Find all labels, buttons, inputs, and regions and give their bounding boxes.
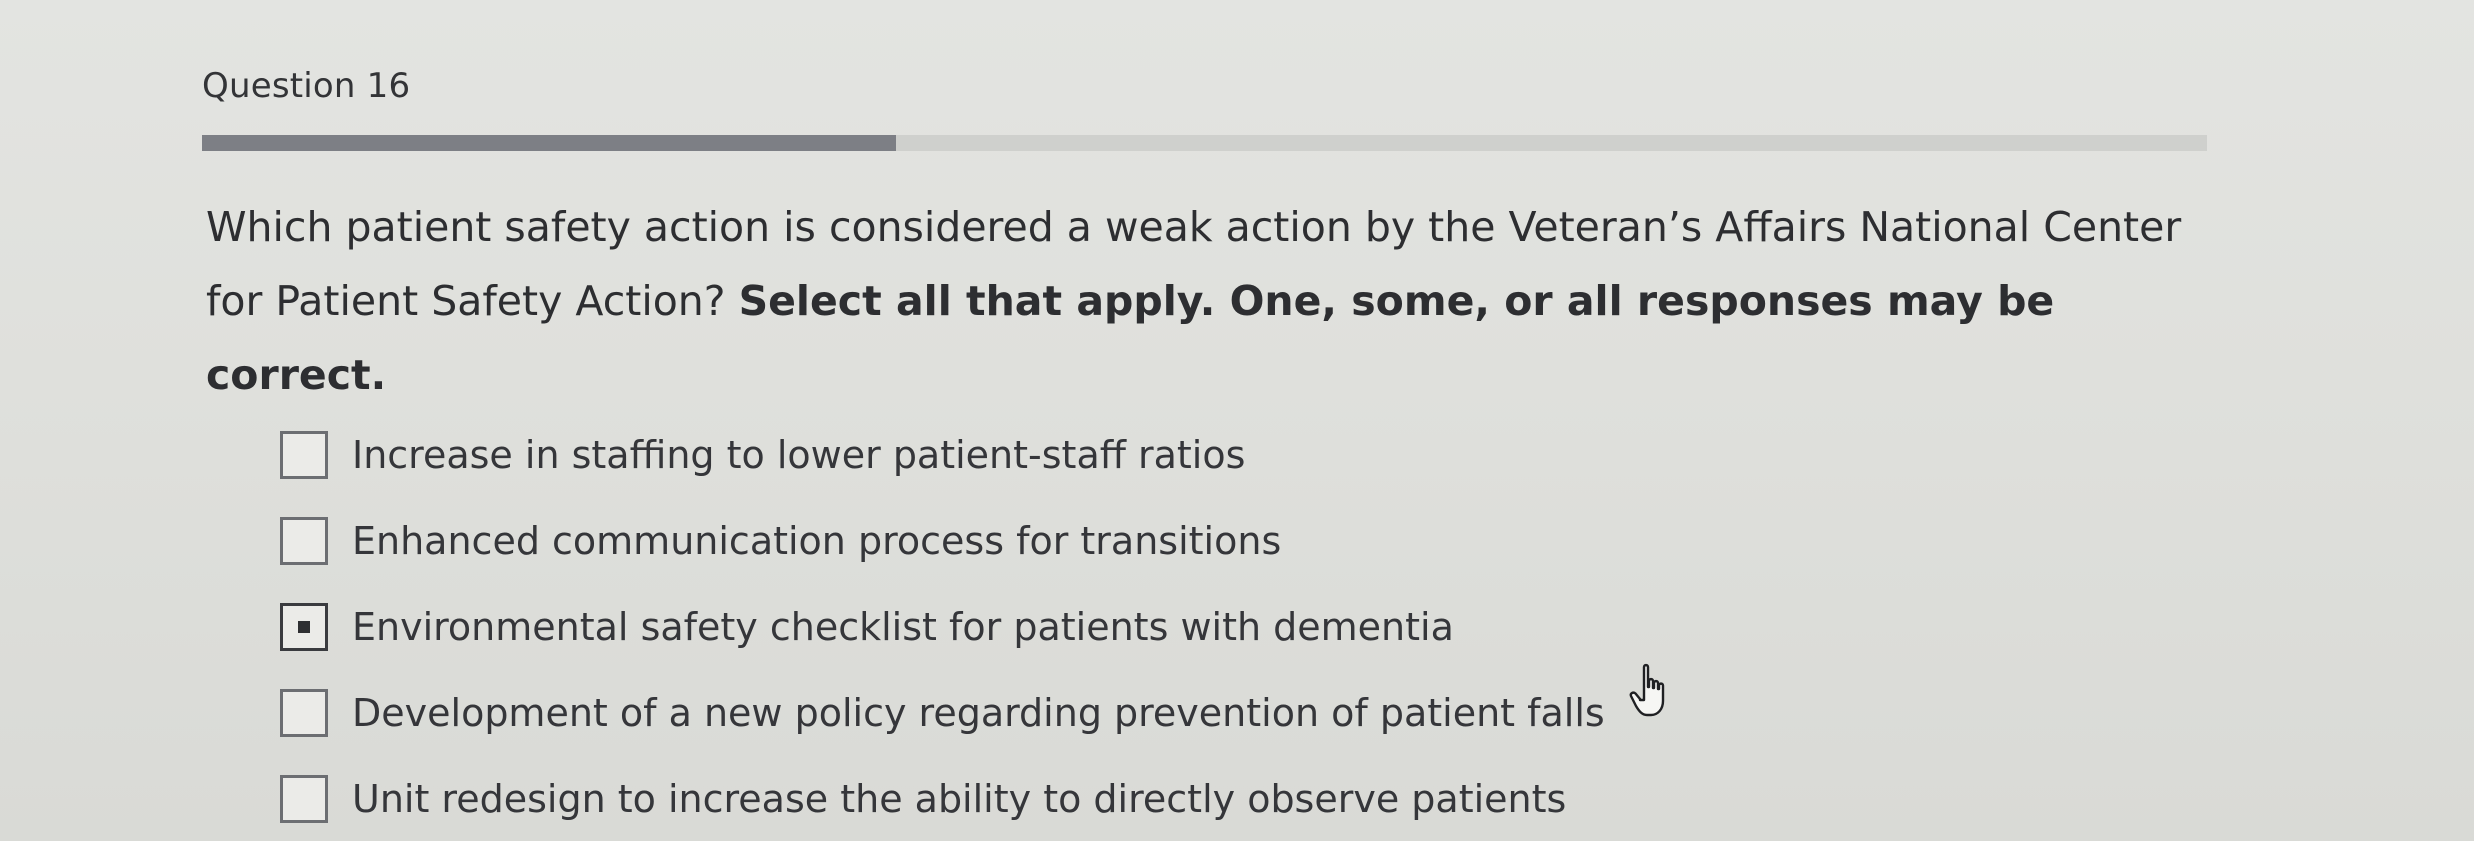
answer-option-5[interactable]: Unit redesign to increase the ability to… [280,769,1566,829]
answer-option-2[interactable]: Enhanced communication process for trans… [280,511,1281,571]
question-progress-bar [202,135,2207,151]
answer-checkbox[interactable] [280,775,328,823]
answer-label: Increase in staffing to lower patient-st… [352,433,1246,477]
question-number: Question 16 [202,66,411,106]
answer-option-3[interactable]: Environmental safety checklist for patie… [280,597,1454,657]
answer-label: Unit redesign to increase the ability to… [352,777,1567,821]
hand-pointer-icon [1629,663,1665,717]
answer-label: Enhanced communication process for trans… [352,519,1282,563]
answer-label: Development of a new policy regarding pr… [352,691,1605,735]
answer-checkbox[interactable] [280,603,328,651]
answer-checkbox[interactable] [280,517,328,565]
question-prompt: Which patient safety action is considere… [206,190,2206,412]
answer-label: Environmental safety checklist for patie… [352,605,1454,649]
quiz-page: Question 16 Which patient safety action … [0,0,2474,841]
answer-option-1[interactable]: Increase in staffing to lower patient-st… [280,425,1245,485]
answer-checkbox[interactable] [280,431,328,479]
question-progress-fill [202,135,896,151]
answer-checkbox[interactable] [280,689,328,737]
answer-option-4[interactable]: Development of a new policy regarding pr… [280,683,1605,743]
